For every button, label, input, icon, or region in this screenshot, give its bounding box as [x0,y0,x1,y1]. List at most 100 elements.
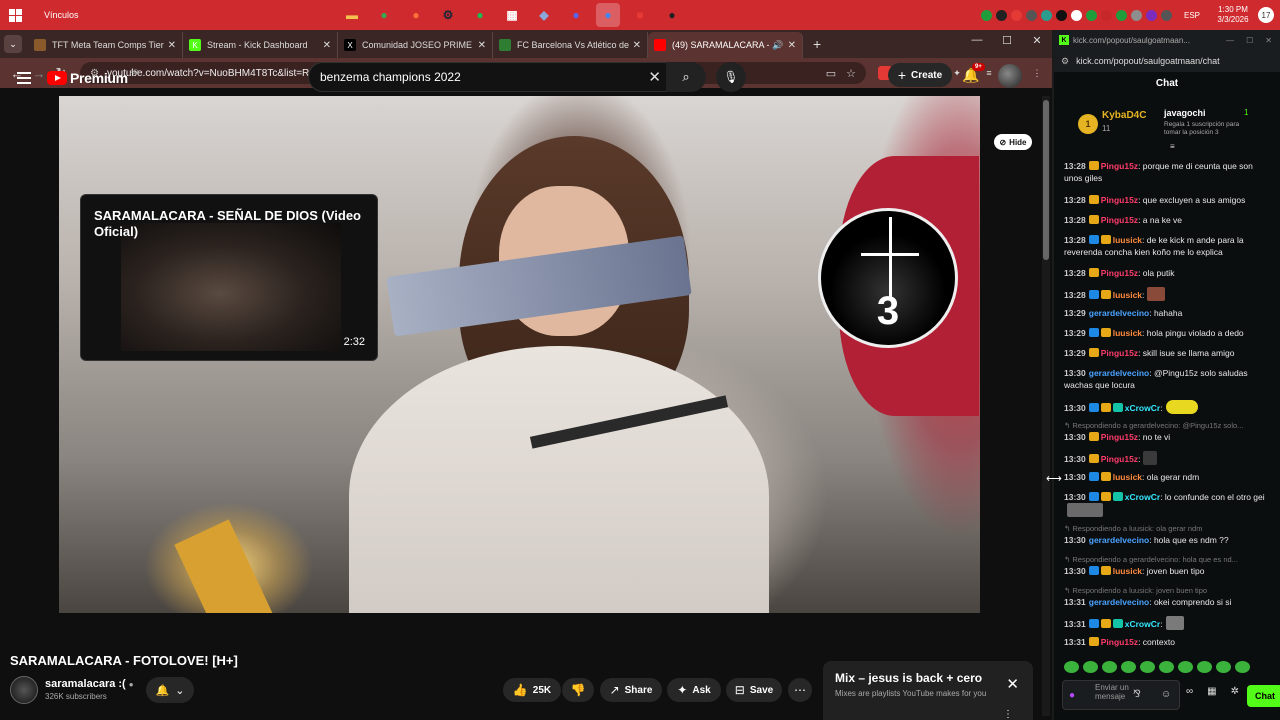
infinity-icon[interactable]: ∞ [1186,686,1193,697]
chat-username[interactable]: Pingu15z [1101,161,1138,171]
links-toolbar[interactable]: Vínculos [44,10,79,20]
save-button[interactable]: ⊟ Save [726,678,782,702]
microphone-icon[interactable]: ● [1069,690,1075,701]
create-button[interactable]: + Create [888,63,952,87]
clear-search-icon[interactable]: ✕ [648,68,661,86]
chat-username[interactable]: Pingu15z [1101,454,1138,464]
gift-prompt[interactable]: Regala 1 suscripción para tomar la posic… [1164,121,1254,137]
emote-icon[interactable] [1140,661,1155,673]
chrome-active-icon[interactable]: ● [596,3,620,27]
tray-icon[interactable] [1040,9,1052,21]
more-actions-button[interactable]: ⋯ [788,678,812,702]
chat-username[interactable]: luusick [1113,328,1142,338]
youtube-logo[interactable]: Premium AR [47,70,138,86]
emote-picker-icon[interactable]: ⅋ [1133,689,1141,700]
tray-icon[interactable] [1145,9,1157,21]
leader-1-name[interactable]: KybaD4C [1102,110,1146,121]
page-scrollbar[interactable] [1042,96,1050,716]
emote-icon[interactable] [1178,661,1193,673]
maximize-icon[interactable]: ☐ [992,34,1022,47]
chat-username[interactable]: Pingu15z [1101,268,1138,278]
chat-username[interactable]: luusick [1113,472,1142,482]
chat-username[interactable]: luusick [1113,290,1142,300]
tab-close-icon[interactable]: ✕ [478,40,486,51]
tray-icon[interactable] [1130,9,1142,21]
chat-username[interactable]: Pingu15z [1101,215,1138,225]
search-input[interactable]: benzema champions 2022 [320,70,648,84]
channel-watermark[interactable]: 3 [818,208,958,348]
tray-icon[interactable] [1025,9,1037,21]
language-indicator[interactable]: ESP [1184,11,1200,20]
account-avatar[interactable] [998,64,1022,88]
tray-icon[interactable] [995,9,1007,21]
firefox-icon[interactable]: ● [404,3,428,27]
smiley-icon[interactable]: ☺ [1161,689,1171,700]
tray-icon[interactable] [1010,9,1022,21]
chat-username[interactable]: Pingu15z [1101,348,1138,358]
chat-username[interactable]: luusick [1113,235,1142,245]
steam-icon[interactable]: ⚙ [436,3,460,27]
chat-username[interactable]: luusick [1113,566,1142,576]
network-icon[interactable] [1160,9,1172,21]
voice-search-button[interactable]: 🎙 [716,62,746,92]
emote-icon[interactable] [1064,661,1079,673]
tab-close-icon[interactable]: ✕ [323,40,331,51]
tray-icon[interactable] [1100,9,1112,21]
channel-avatar[interactable] [10,676,38,704]
chat-username[interactable]: xCrowCr [1125,619,1160,629]
reply-text[interactable]: Respondiendo a gerardelvecino: @Pingu15z… [1072,421,1243,430]
chat-username[interactable]: xCrowCr [1125,492,1160,502]
emote-icon[interactable] [1102,661,1117,673]
app-icon[interactable]: ◆ [532,3,556,27]
emote-icon[interactable] [1216,661,1231,673]
chat-username[interactable]: gerardelvecino [1089,368,1149,378]
browser-tab[interactable]: K Stream - Kick Dashboard ✕ [183,32,338,58]
collapse-chevron-icon[interactable]: ≡ [1170,142,1175,151]
emote-icon[interactable] [1083,661,1098,673]
notification-count[interactable]: 17 [1258,7,1274,23]
reply-text[interactable]: Respondiendo a luusick: joven buen tipo [1072,586,1207,595]
browser-tab[interactable]: FC Barcelona Vs Atlético de Ma ✕ [493,32,648,58]
reply-text[interactable]: Respondiendo a luusick: ola gerar ndm [1072,524,1202,533]
chat-username[interactable]: gerardelvecino [1089,535,1149,545]
tab-audio-icon[interactable]: 🔊 [772,40,783,51]
browser-tab[interactable]: TFT Meta Team Comps Tier List ✕ [28,32,183,58]
send-chat-button[interactable]: Chat [1247,685,1280,707]
share-button[interactable]: ↗ Share [600,678,662,702]
tab-search-button[interactable]: ⌄ [4,35,22,53]
whatsapp-tray-icon[interactable] [980,9,992,21]
chat-username[interactable]: xCrowCr [1125,403,1160,413]
browser-tab[interactable]: (49) SARAMALACARA - FOT🔊 ✕ [648,32,803,58]
chat-input[interactable]: ● Enviar un mensaje ⅋ ☺ [1062,680,1180,710]
tab-close-icon[interactable]: ✕ [633,40,641,51]
clock[interactable]: 1:30 PM 3/3/2026 [1212,5,1254,25]
more-vertical-icon[interactable]: ⋮ [1003,709,1013,720]
leader-2-name[interactable]: javagochi [1164,108,1206,118]
site-info-icon[interactable]: ⚙ [1061,56,1069,67]
spotify-icon[interactable]: ● [468,3,492,27]
new-tab-button[interactable]: + [813,36,821,52]
channel-name-text[interactable]: saramalacara :( [45,678,126,690]
menu-hamburger-icon[interactable] [17,69,31,87]
search-button[interactable]: ⌕ [666,62,706,92]
app2-icon[interactable]: ■ [628,3,652,27]
chat-username[interactable]: Pingu15z [1101,432,1138,442]
tray-icon[interactable] [1085,9,1097,21]
channel-name[interactable]: saramalacara :(● [45,678,134,690]
reply-text[interactable]: Respondiendo a gerardelvecino: hola que … [1072,555,1238,564]
minimize-icon[interactable]: — [962,34,992,47]
emote-icon[interactable] [1159,661,1174,673]
tab-close-icon[interactable]: ✕ [168,40,176,51]
maximize-icon[interactable]: ☐ [1246,36,1253,45]
app3-icon[interactable]: ● [660,3,684,27]
tray-icon[interactable] [1070,9,1082,21]
dislike-button[interactable]: 👎 [562,678,594,702]
close-icon[interactable]: ✕ [1022,34,1052,47]
store-icon[interactable]: ▦ [1207,686,1216,697]
search-box[interactable]: benzema champions 2022 ✕ [308,62,672,92]
emote-icon[interactable] [1121,661,1136,673]
ask-button[interactable]: ✦ Ask [667,678,721,702]
mix-playlist-panel[interactable]: Mix – jesus is back + cero Mixes are pla… [823,661,1033,720]
popup-url[interactable]: kick.com/popout/saulgoatmaan/chat [1076,56,1220,66]
chat-username[interactable]: gerardelvecino [1089,308,1149,318]
